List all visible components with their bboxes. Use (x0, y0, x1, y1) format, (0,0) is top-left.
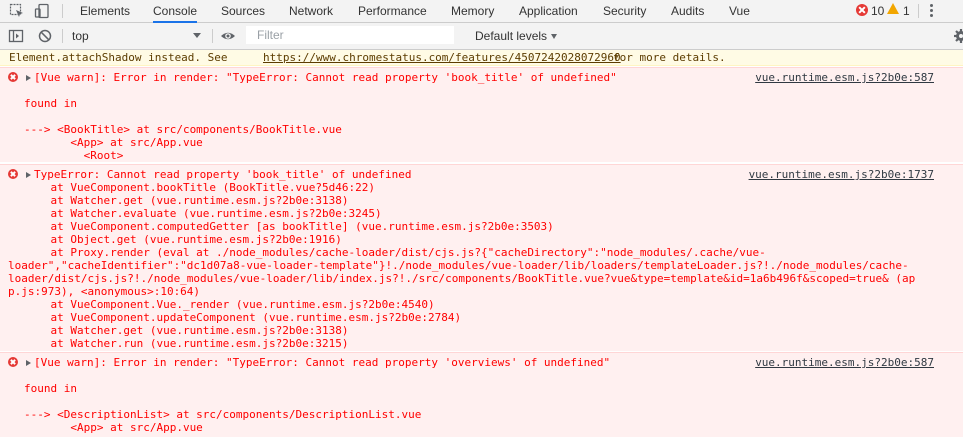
stack-frame: at Object.get (vue.runtime.esm.js?2b0e:1… (24, 233, 342, 246)
inspect-element-icon[interactable] (9, 3, 25, 19)
console-error-message: vue.runtime.esm.js?2b0e:587 [Vue warn]: … (0, 67, 963, 162)
console-error-message: vue.runtime.esm.js?2b0e:587 [Vue warn]: … (0, 352, 963, 437)
tab-sources[interactable]: Sources (221, 0, 265, 22)
tab-console[interactable]: Console (141, 0, 209, 23)
filter-input[interactable] (246, 26, 454, 44)
console-toolbar: top Default levels (0, 23, 963, 50)
stack-frame: at VueComponent.Vue._render (vue.runtime… (24, 298, 435, 311)
error-icon (8, 357, 18, 367)
log-levels-dropdown[interactable]: Default levels (475, 29, 547, 43)
divider (62, 4, 63, 18)
message-line: found in (24, 382, 77, 395)
eye-icon[interactable] (220, 28, 236, 44)
warning-message-tail: Element.attachShadow instead. See https:… (0, 50, 963, 66)
stack-frame: loader","cacheIdentifier":"dc1d07a8-vue-… (8, 259, 909, 272)
stack-frame: at VueComponent.bookTitle (BookTitle.vue… (24, 181, 375, 194)
warning-icon[interactable] (887, 3, 899, 14)
source-link[interactable]: vue.runtime.esm.js?2b0e:587 (755, 71, 934, 84)
divider (62, 29, 63, 43)
tab-network[interactable]: Network (289, 0, 333, 22)
chromestatus-link[interactable]: https://www.chromestatus.com/features/45… (263, 51, 621, 64)
tab-application[interactable]: Application (519, 0, 578, 22)
expand-triangle-icon[interactable] (26, 172, 31, 178)
message-line: ---> <BookTitle> at src/components/BookT… (24, 123, 342, 136)
context-selector[interactable]: top (72, 29, 89, 43)
tab-vue[interactable]: Vue (729, 0, 750, 22)
divider (918, 4, 919, 18)
error-count[interactable]: 10 (871, 0, 884, 22)
stack-frame: at Proxy.render (eval at ./node_modules/… (24, 246, 766, 259)
chevron-down-icon[interactable] (193, 33, 201, 38)
sidebar-toggle-icon[interactable] (8, 28, 24, 44)
error-icon[interactable] (856, 4, 868, 16)
message-line: <App> at src/App.vue (24, 136, 203, 149)
warning-count[interactable]: 1 (903, 0, 910, 22)
console-error-message: vue.runtime.esm.js?2b0e:1737 TypeError: … (0, 164, 963, 351)
message-line: ---> <DescriptionList> at src/components… (24, 408, 422, 421)
stack-frame: at VueComponent.updateComponent (vue.run… (24, 311, 462, 324)
more-options-icon[interactable] (930, 4, 933, 18)
tab-audits[interactable]: Audits (671, 0, 704, 22)
stack-frame: at Watcher.run (vue.runtime.esm.js?2b0e:… (24, 337, 349, 350)
expand-triangle-icon[interactable] (26, 75, 31, 81)
source-link[interactable]: vue.runtime.esm.js?2b0e:587 (755, 356, 934, 369)
message-line: [Vue warn]: Error in render: "TypeError:… (34, 71, 617, 84)
device-toolbar-icon[interactable] (34, 3, 50, 19)
stack-frame: at Watcher.evaluate (vue.runtime.esm.js?… (24, 207, 382, 220)
settings-gear-icon[interactable] (953, 28, 963, 44)
tab-elements[interactable]: Elements (80, 0, 130, 22)
message-text: for more details. (613, 51, 726, 64)
divider (212, 29, 213, 43)
stack-frame: at Watcher.get (vue.runtime.esm.js?2b0e:… (24, 194, 349, 207)
stack-frame: loader/dist/cjs.js?!./node_modules/vue-l… (8, 272, 916, 285)
message-line: <App> at src/App.vue (24, 421, 203, 434)
message-text: Element.attachShadow instead. See (9, 51, 228, 64)
stack-frame: at Watcher.get (vue.runtime.esm.js?2b0e:… (24, 324, 349, 337)
tab-security[interactable]: Security (603, 0, 646, 22)
error-icon (8, 72, 18, 82)
message-line: <Root> (24, 149, 124, 162)
expand-triangle-icon[interactable] (26, 360, 31, 366)
message-line: TypeError: Cannot read property 'book_ti… (34, 168, 412, 181)
message-line: [Vue warn]: Error in render: "TypeError:… (34, 356, 611, 369)
error-icon (8, 169, 18, 179)
clear-console-icon[interactable] (37, 28, 53, 44)
tab-performance[interactable]: Performance (358, 0, 427, 22)
stack-frame: at VueComponent.computedGetter [as bookT… (24, 220, 554, 233)
chevron-down-icon[interactable] (551, 34, 557, 39)
stack-frame: p.js:973), <anonymous>:10:64) (8, 285, 201, 298)
console-log[interactable]: Element.attachShadow instead. See https:… (0, 50, 963, 437)
message-line: found in (24, 97, 77, 110)
source-link[interactable]: vue.runtime.esm.js?2b0e:1737 (749, 168, 934, 181)
tab-memory[interactable]: Memory (451, 0, 494, 22)
devtools-tabbar: Elements Console Sources Network Perform… (0, 0, 963, 23)
